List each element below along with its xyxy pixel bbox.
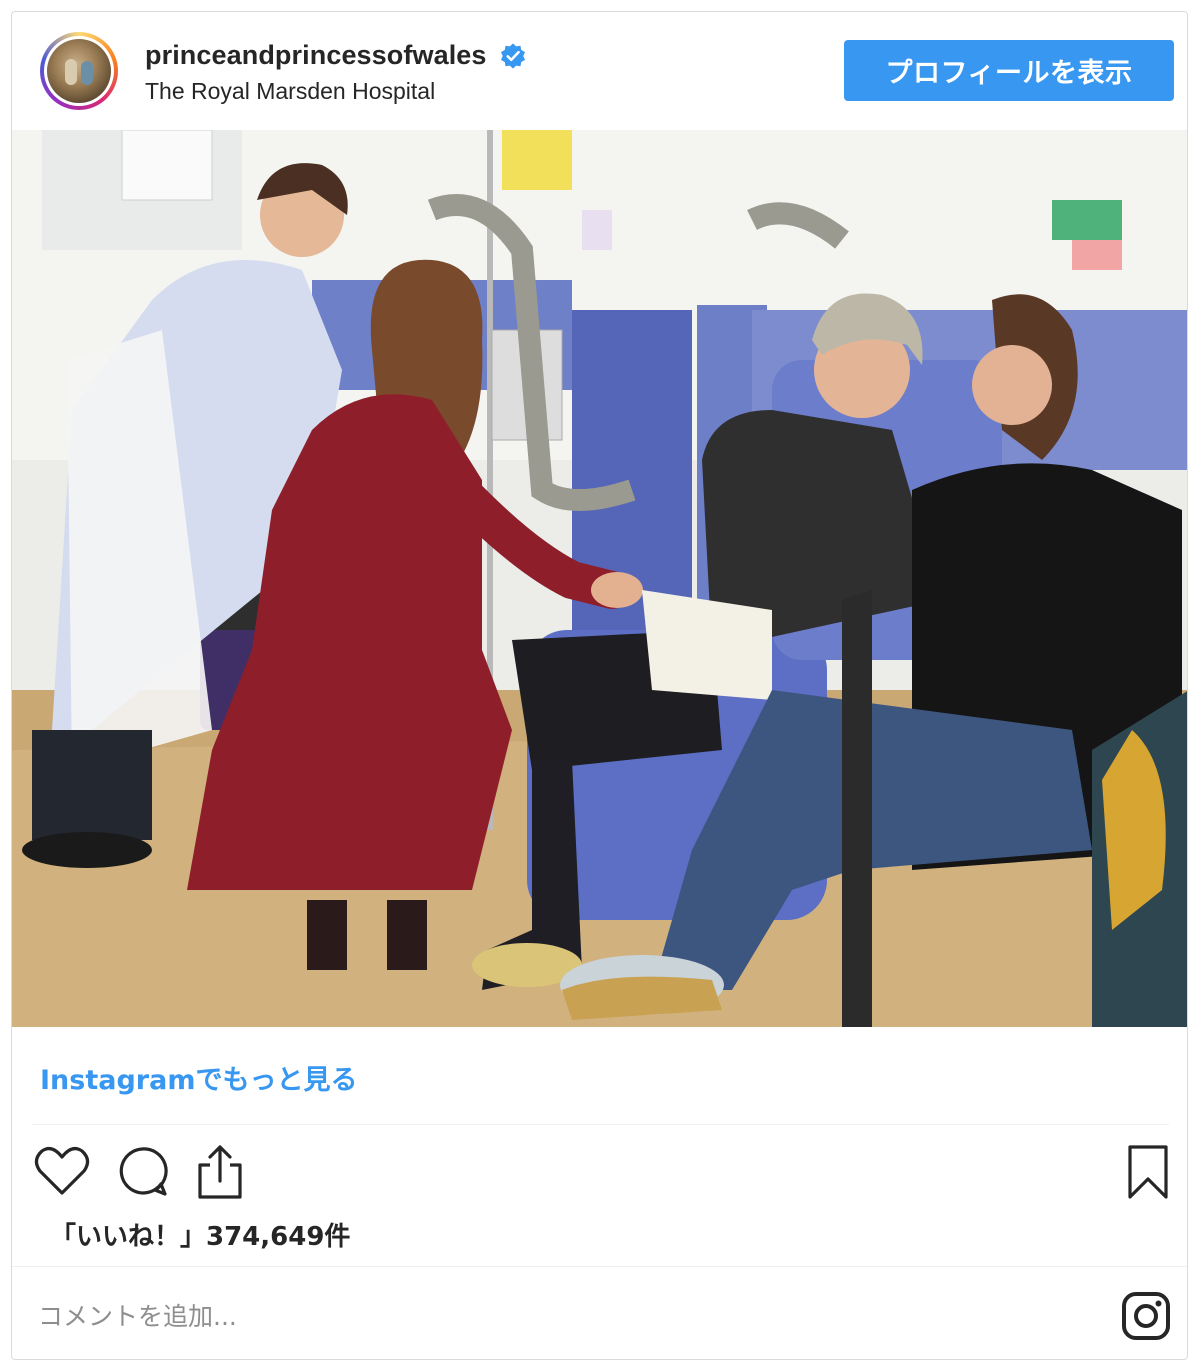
bookmark-icon[interactable] [1124, 1143, 1172, 1201]
avatar[interactable] [40, 32, 118, 110]
post-header: princeandprincessofwales The Royal Marsd… [12, 12, 1187, 130]
verified-badge-icon [500, 42, 525, 69]
comment-area [12, 1266, 1187, 1359]
share-icon[interactable] [194, 1143, 246, 1201]
likes-count[interactable]: 「いいね！」374,649件 [50, 1216, 350, 1253]
username-row: princeandprincessofwales [145, 40, 527, 71]
action-bar [12, 1139, 1187, 1209]
divider [32, 1124, 1169, 1125]
view-more-on-instagram-link[interactable]: Instagramでもっと見る [40, 1058, 357, 1097]
username[interactable]: princeandprincessofwales [145, 40, 487, 71]
location-label[interactable]: The Royal Marsden Hospital [145, 78, 435, 105]
post-photo[interactable] [12, 130, 1187, 1027]
view-profile-button[interactable]: プロフィールを表示 [844, 40, 1174, 101]
comment-input[interactable] [36, 1295, 1040, 1337]
heart-icon[interactable] [34, 1145, 90, 1197]
instagram-logo-icon[interactable] [1121, 1291, 1171, 1341]
instagram-embed-card: princeandprincessofwales The Royal Marsd… [11, 11, 1188, 1360]
hospital-visit-photo [12, 130, 1187, 1027]
speech-bubble-icon[interactable] [114, 1145, 170, 1199]
